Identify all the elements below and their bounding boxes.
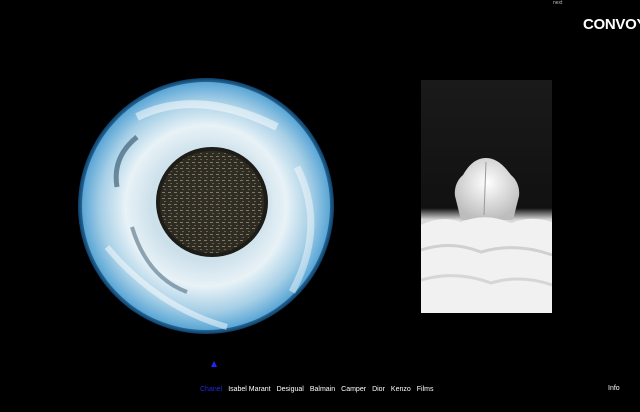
white-hooded-figure-image[interactable]	[421, 80, 552, 313]
nav-item-films[interactable]: Films	[417, 385, 434, 394]
nav-item-balmain[interactable]: Balmain	[310, 385, 335, 394]
nav-item-dior[interactable]: Dior	[372, 385, 385, 394]
nav-item-kenzo[interactable]: Kenzo	[391, 385, 411, 394]
ice-sphere-image[interactable]	[77, 77, 335, 335]
next-label[interactable]: next	[553, 0, 562, 6]
nav-item-desigual[interactable]: Desigual	[277, 385, 304, 394]
nav-item-camper[interactable]: Camper	[341, 385, 366, 394]
active-slide-indicator	[211, 361, 217, 367]
info-link[interactable]: Info	[608, 385, 620, 392]
nav-item-isabel-marant[interactable]: Isabel Marant	[228, 385, 270, 394]
nav-item-chanel[interactable]: Chanel	[200, 385, 222, 394]
brand-nav: Chanel Isabel Marant Desigual Balmain Ca…	[200, 385, 433, 394]
logo[interactable]: CONVOY	[583, 16, 640, 33]
